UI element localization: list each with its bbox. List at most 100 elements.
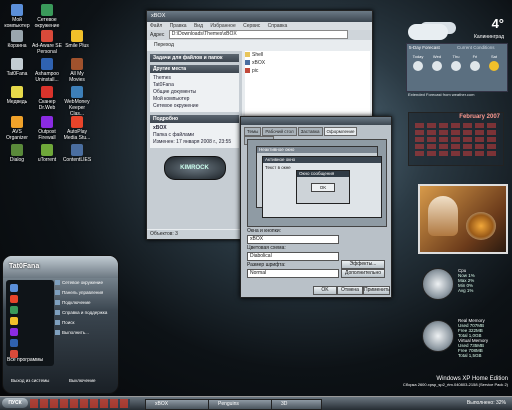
pinned-program-icon[interactable]	[10, 317, 18, 325]
calendar-cell[interactable]	[415, 144, 424, 149]
start-item-connect[interactable]: Подключение	[55, 300, 115, 310]
calendar-cell[interactable]	[427, 151, 436, 156]
calendar-cell[interactable]	[487, 123, 496, 128]
calendar-cell[interactable]	[475, 144, 484, 149]
calendar-cell[interactable]	[475, 130, 484, 135]
calendar-cell[interactable]	[475, 123, 484, 128]
desktop-icon[interactable]: ContentLIES	[62, 144, 92, 163]
start-item-control-panel[interactable]: Панель управления	[55, 290, 115, 300]
calendar-cell[interactable]	[415, 130, 424, 135]
start-item-search[interactable]: Поиск	[55, 320, 115, 330]
pinned-program-icon[interactable]	[10, 284, 18, 292]
all-programs-button[interactable]: Все программы	[7, 357, 43, 363]
desktop-icon[interactable]: AVS Organizer	[2, 116, 32, 141]
calendar-gadget[interactable]: February 2007	[408, 112, 504, 166]
pinned-program-icon[interactable]	[10, 328, 18, 336]
weather-gadget[interactable]: 4° Калининград 5-Day Forecast Current Co…	[404, 10, 508, 100]
menu-edit[interactable]: Правка	[170, 23, 187, 29]
calendar-cell[interactable]	[487, 137, 496, 142]
desktop-icon[interactable]: Tat0Fana	[2, 58, 32, 77]
taskbar-item[interactable]: xBOX	[145, 399, 216, 410]
place-item[interactable]: Мой компьютер	[153, 96, 236, 103]
file-item[interactable]: pic	[245, 67, 370, 75]
menu-file[interactable]: Файл	[150, 23, 162, 29]
tab-screensaver[interactable]: Заставка	[297, 127, 323, 136]
address-input[interactable]: D:\Downloads\Themes\xBOX	[168, 30, 348, 40]
calendar-cell[interactable]	[439, 137, 448, 142]
shutdown-button[interactable]: Выключение	[69, 378, 96, 383]
desktop-icon[interactable]: Ad-Aware SE Personal	[32, 30, 62, 55]
logoff-button[interactable]: Выход из системы	[11, 378, 49, 383]
ok-button[interactable]: OK	[313, 286, 337, 295]
file-item[interactable]: Shell	[245, 51, 370, 59]
taskbar-item[interactable]: 3D	[271, 399, 322, 410]
calendar-cell[interactable]	[487, 151, 496, 156]
tab-themes[interactable]: Темы	[244, 127, 262, 136]
desktop-icon[interactable]: Outpost Firewall	[32, 116, 62, 141]
go-button[interactable]: Переход	[154, 42, 174, 48]
color-scheme-select[interactable]: Diabolical	[247, 252, 339, 261]
calendar-cell[interactable]	[439, 130, 448, 135]
desktop-icon[interactable]: uTorrent	[32, 144, 62, 163]
calendar-cell[interactable]	[439, 144, 448, 149]
calendar-cell[interactable]	[463, 144, 472, 149]
pinned-program-icon[interactable]	[10, 339, 18, 347]
calendar-cell[interactable]	[451, 144, 460, 149]
calendar-cell[interactable]	[415, 137, 424, 142]
start-item-run[interactable]: Выполнить...	[55, 330, 115, 340]
calendar-cell[interactable]	[451, 151, 460, 156]
calendar-cell[interactable]	[463, 151, 472, 156]
calendar-cell[interactable]	[415, 123, 424, 128]
calendar-cell[interactable]	[475, 151, 484, 156]
calendar-cell[interactable]	[427, 123, 436, 128]
advanced-button[interactable]: Дополнительно	[341, 269, 385, 278]
calendar-cell[interactable]	[487, 130, 496, 135]
place-item[interactable]: Сетевое окружение	[153, 103, 236, 110]
calendar-cell[interactable]	[439, 151, 448, 156]
windows-buttons-select[interactable]: xBOX	[247, 235, 339, 244]
menu-tools[interactable]: Сервис	[243, 23, 260, 29]
display-properties-dialog[interactable]: ТемыРабочий столЗаставкаОформлениеПараме…	[240, 116, 392, 298]
file-tasks-header[interactable]: Задачи для файлов и папок	[150, 54, 239, 62]
desktop-icon[interactable]: Сетевое окружение	[32, 4, 62, 29]
calendar-cell[interactable]	[463, 123, 472, 128]
calendar-cell[interactable]	[427, 130, 436, 135]
file-item[interactable]: xBOX	[245, 59, 370, 67]
calendar-cell[interactable]	[439, 123, 448, 128]
calendar-cell[interactable]	[451, 137, 460, 142]
desktop-icon[interactable]: Сканер Dr.Web	[32, 86, 62, 111]
explorer-titlebar[interactable]: xBOX	[147, 11, 372, 22]
tab-5day-forecast[interactable]: 5-Day Forecast	[409, 45, 440, 50]
tab-appearance[interactable]: Оформление	[323, 127, 358, 136]
menu-view[interactable]: Вид	[194, 23, 203, 29]
taskbar-item[interactable]: Penguins	[208, 399, 279, 410]
calendar-cell[interactable]	[463, 130, 472, 135]
desktop-icon[interactable]: Корзина	[2, 30, 32, 49]
start-item-help[interactable]: Справка и поддержка	[55, 310, 115, 320]
menu-favorites[interactable]: Избранное	[210, 23, 235, 29]
start-button[interactable]: ПУСК	[2, 398, 28, 408]
place-item[interactable]: Themes	[153, 75, 236, 82]
weather-footer[interactable]: Extended Forecast from weather.com	[408, 92, 474, 97]
pinned-program-icon[interactable]	[10, 295, 18, 303]
cancel-button[interactable]: Отмена	[337, 286, 363, 295]
menu-help[interactable]: Справка	[268, 23, 288, 29]
place-item[interactable]: Общие документы	[153, 89, 236, 96]
desktop-icon[interactable]: Медведь	[2, 86, 32, 105]
dialog-titlebar[interactable]	[241, 117, 391, 125]
desktop-icon[interactable]: Мой компьютер	[2, 4, 32, 29]
desktop-icon[interactable]: WebMoney Keeper Clas...	[62, 86, 92, 117]
effects-button[interactable]: Эффекты...	[341, 260, 385, 269]
desktop-icon[interactable]: Dialog	[2, 144, 32, 163]
calendar-cell[interactable]	[415, 151, 424, 156]
start-item-network[interactable]: Сетевое окружение	[55, 280, 115, 290]
calendar-cell[interactable]	[451, 130, 460, 135]
calendar-cell[interactable]	[451, 123, 460, 128]
desktop-icon[interactable]: All My Movies	[62, 58, 92, 83]
desktop-icon[interactable]: Ashampoo Uninstall...	[32, 58, 62, 83]
apply-button[interactable]: Применить	[363, 286, 390, 295]
calendar-cell[interactable]	[487, 144, 496, 149]
calendar-cell[interactable]	[427, 144, 436, 149]
calendar-cell[interactable]	[463, 137, 472, 142]
details-header[interactable]: Подробно	[150, 115, 239, 123]
